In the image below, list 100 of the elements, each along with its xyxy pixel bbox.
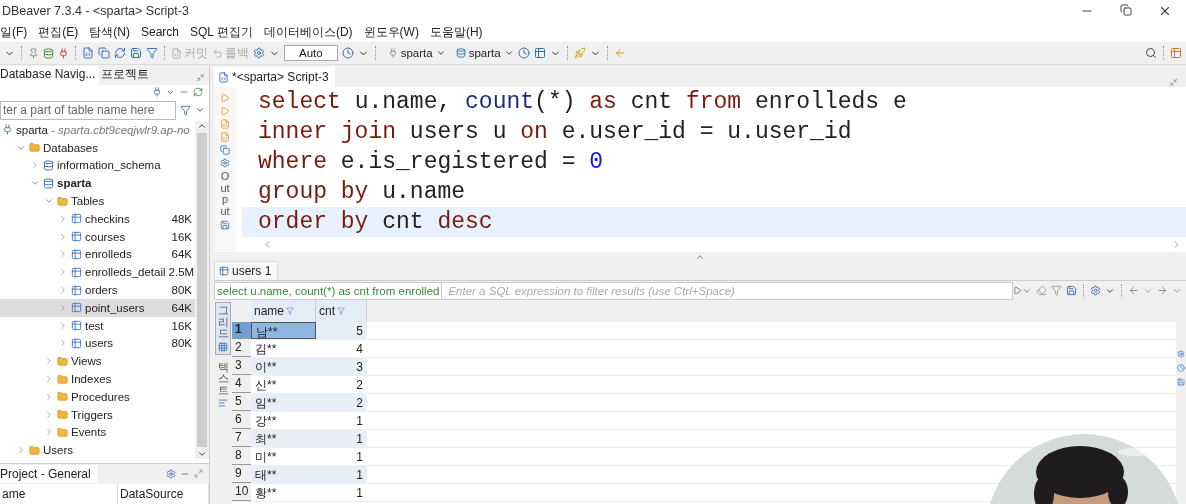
perspective-icon[interactable] — [1170, 47, 1182, 59]
back-icon[interactable] — [1128, 285, 1139, 296]
menu-item[interactable]: 일(F) — [0, 23, 28, 41]
filter-icon[interactable] — [180, 104, 191, 116]
run-icon[interactable] — [220, 93, 230, 103]
tree-item[interactable]: enrolleds 64K — [0, 245, 195, 264]
editor-tab[interactable]: *<sparta> Script-3 — [214, 67, 335, 87]
row-number[interactable]: 10 — [232, 484, 251, 501]
row-number[interactable]: 1 — [232, 322, 251, 339]
menu-item[interactable]: Search — [141, 25, 180, 39]
gear-icon[interactable] — [220, 158, 230, 168]
tree-item[interactable]: information_schema — [0, 156, 195, 175]
database-icon[interactable] — [455, 48, 466, 58]
tree-item[interactable]: Procedures — [0, 387, 195, 406]
chevron-right-icon[interactable] — [58, 320, 68, 331]
menu-item[interactable]: 탐색(N) — [89, 23, 130, 41]
minimize-icon[interactable] — [196, 72, 205, 82]
row-number[interactable]: 4 — [232, 376, 251, 393]
filter-field[interactable]: Enter a SQL expression to filter results (use Ctrl+Space) — [442, 281, 1013, 300]
column-header[interactable]: ame — [0, 484, 118, 504]
schema-selector[interactable]: sparta — [455, 47, 514, 59]
table-cell[interactable]: 임** — [251, 394, 316, 411]
gear-icon[interactable] — [166, 469, 176, 479]
tree-item[interactable]: Views — [0, 352, 195, 371]
gear-icon[interactable] — [1090, 285, 1101, 296]
column-header[interactable]: cnt — [316, 300, 367, 322]
plug-icon[interactable] — [58, 47, 69, 59]
copy-icon[interactable] — [98, 47, 110, 59]
filter-icon[interactable] — [146, 47, 158, 59]
tree-item[interactable]: sparta - sparta.cbt9ceqjwlr9.ap-no — [0, 121, 195, 139]
tree-item[interactable]: courses 16K — [0, 227, 195, 246]
search-icon[interactable] — [1145, 47, 1157, 59]
panel-tab[interactable]: 프로젝트 — [101, 65, 154, 85]
sash-icon[interactable] — [695, 252, 705, 262]
gear-icon[interactable] — [253, 47, 265, 59]
chevron-right-icon[interactable] — [44, 409, 54, 420]
tree-item[interactable]: Tables — [0, 192, 195, 210]
table-cell[interactable]: 5 — [316, 322, 367, 339]
table-cell[interactable]: 이** — [251, 358, 316, 375]
forward-icon[interactable] — [1157, 285, 1168, 296]
commit-mode-field[interactable]: Auto — [284, 45, 338, 61]
table-icon[interactable] — [533, 47, 546, 59]
scroll-down-icon[interactable] — [197, 449, 207, 459]
tree-item[interactable]: test 16K — [0, 316, 195, 335]
tree-item[interactable]: point_users 64K — [0, 298, 195, 317]
row-number[interactable]: 9 — [232, 466, 251, 483]
filter-icon[interactable] — [286, 307, 295, 315]
table-cell[interactable]: 남** — [251, 322, 316, 339]
row-number[interactable]: 2 — [232, 340, 251, 357]
connection-selector[interactable]: sparta — [387, 47, 446, 59]
row-number[interactable]: 3 — [232, 358, 251, 375]
table-filter-field[interactable]: ter a part of table name here — [0, 100, 176, 120]
output-label[interactable]: Output — [219, 171, 231, 218]
clock-icon[interactable] — [341, 47, 354, 59]
tree-item[interactable]: users 80K — [0, 334, 195, 353]
eraser-icon[interactable] — [1036, 285, 1047, 296]
chevron-right-icon[interactable] — [58, 249, 68, 260]
column-header[interactable]: name — [251, 300, 316, 322]
filter-icon[interactable] — [1051, 285, 1062, 296]
chevron-right-icon[interactable] — [30, 160, 40, 171]
row-number[interactable]: 5 — [232, 394, 251, 411]
table-cell[interactable]: 3 — [316, 358, 367, 375]
chevron-right-icon[interactable] — [44, 374, 54, 385]
rocket-icon[interactable] — [573, 47, 586, 59]
tree-item[interactable]: Events — [0, 423, 195, 442]
chevron-right-icon[interactable] — [16, 445, 26, 456]
table-cell[interactable]: 태** — [251, 466, 316, 483]
chevron-right-icon[interactable] — [44, 356, 54, 367]
panel-tab[interactable]: Project - General — [0, 465, 97, 483]
filter-icon[interactable] — [337, 307, 345, 315]
menu-item[interactable]: 편집(E) — [38, 23, 79, 41]
database-icon[interactable] — [43, 47, 54, 59]
apply-icon[interactable] — [1013, 286, 1022, 295]
chevron-right-icon[interactable] — [58, 285, 68, 296]
run-script-icon[interactable] — [220, 106, 230, 116]
table-cell[interactable]: 최** — [251, 430, 316, 447]
table-icon[interactable] — [219, 266, 229, 276]
results-tab[interactable]: users 1 — [214, 261, 279, 280]
table-cell[interactable]: 1 — [316, 430, 367, 447]
gear-icon[interactable] — [1177, 350, 1185, 358]
tree-item[interactable]: Triggers — [0, 405, 195, 424]
view-tab[interactable]: 텍스트 — [215, 358, 231, 412]
tree-item[interactable]: Databases — [0, 138, 195, 157]
chevron-right-icon[interactable] — [58, 213, 68, 224]
menu-item[interactable]: 윈도우(W) — [363, 23, 419, 41]
menu-item[interactable]: 도움말(H) — [429, 23, 483, 41]
panel-tab[interactable]: Database Navig... — [0, 65, 100, 85]
back-icon[interactable] — [613, 47, 626, 59]
chevron-right-icon[interactable] — [44, 427, 54, 438]
row-number[interactable]: 6 — [232, 412, 251, 429]
maximize-icon[interactable] — [194, 469, 203, 478]
column-header[interactable]: DataSource — [118, 484, 209, 504]
table-cell[interactable]: 1 — [316, 466, 367, 483]
refresh-icon[interactable] — [114, 47, 126, 59]
row-number[interactable]: 7 — [232, 430, 251, 447]
tree-item[interactable]: Indexes — [0, 370, 195, 388]
minimize-icon[interactable] — [1169, 78, 1178, 87]
restore-icon[interactable] — [1120, 4, 1132, 16]
tree-item[interactable]: sparta — [0, 174, 195, 193]
table-cell[interactable]: 2 — [316, 394, 367, 411]
